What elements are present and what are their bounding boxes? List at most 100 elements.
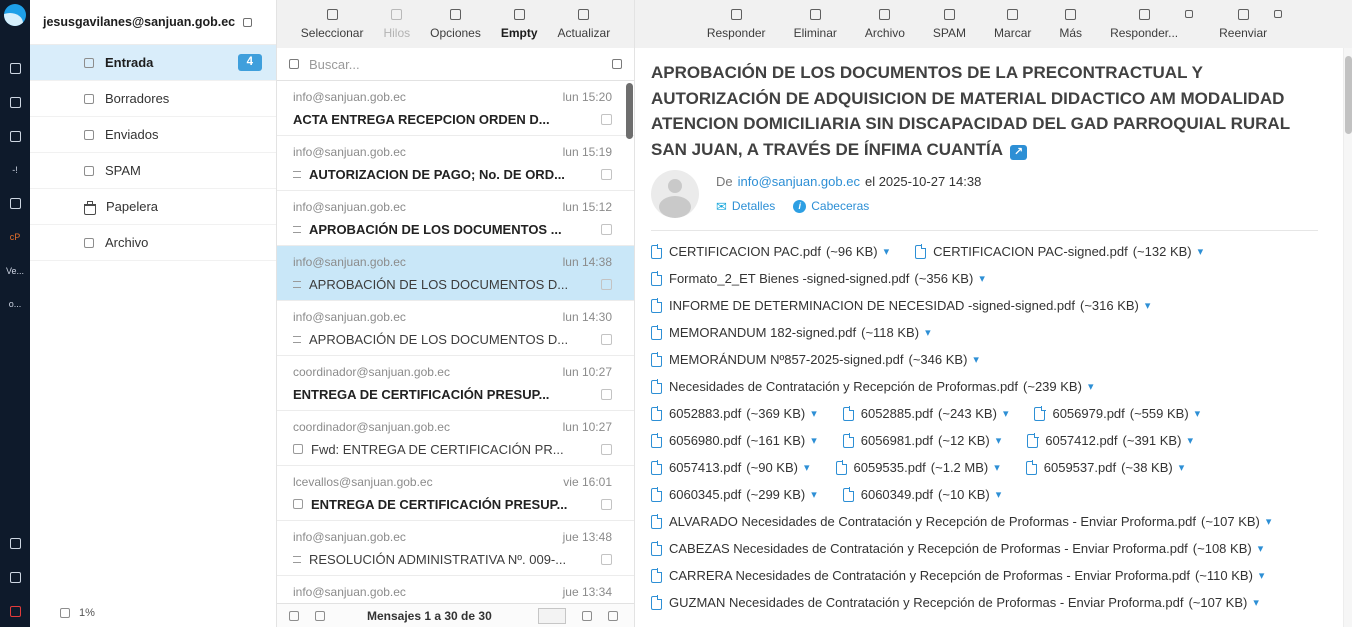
message-row[interactable]: info@sanjuan.gob.eclun 15:12APROBACIÓN D… [277,191,634,246]
attachment-dropdown-caret[interactable]: ▾ [925,326,931,339]
toolbar-button-spam[interactable]: SPAM [931,7,968,42]
list-scrollbar-thumb[interactable] [626,83,633,139]
rail-app-icon[interactable] [10,131,21,142]
rail-text-item[interactable]: cP [10,232,21,242]
folder-item-borradores[interactable]: Borradores [30,81,276,117]
message-checkbox[interactable] [601,169,612,180]
details-link[interactable]: ✉ Detalles [716,199,775,213]
message-checkbox[interactable] [601,114,612,125]
attachment-dropdown-caret[interactable]: ▾ [996,434,1002,447]
attachment-dropdown-caret[interactable]: ▾ [1088,380,1094,393]
toolbar-button-responder[interactable]: Responder [705,7,768,42]
rail-red-icon[interactable] [10,606,21,617]
toolbar-button-reenviar[interactable]: Reenviar [1217,7,1269,42]
toolbar-button-opciones[interactable]: Opciones [428,7,483,42]
toolbar-button-mas[interactable]: Más [1057,7,1084,42]
rail-app-icon[interactable] [10,572,21,583]
app-logo-icon[interactable] [4,4,26,26]
attachment-item[interactable]: CARRERA Necesidades de Contratación y Re… [651,568,1264,583]
message-checkbox[interactable] [601,554,612,565]
headers-link[interactable]: i Cabeceras [793,199,869,213]
attachment-dropdown-caret[interactable]: ▾ [884,245,890,258]
account-switcher[interactable]: jesusgavilanes@sanjuan.gob.ec [30,0,276,45]
toolbar-button-eliminar[interactable]: Eliminar [792,7,839,42]
attachment-item[interactable]: Necesidades de Contratación y Recepción … [651,379,1093,394]
attachment-item[interactable]: GUZMAN Necesidades de Contratación y Rec… [651,595,1259,610]
rail-app-icon[interactable] [10,63,21,74]
attachment-item[interactable]: 6060349.pdf(~10 KB)▾ [843,487,1002,502]
attachment-dropdown-caret[interactable]: ▾ [994,461,1000,474]
message-row[interactable]: coordinador@sanjuan.gob.eclun 10:27ENTRE… [277,356,634,411]
message-row[interactable]: info@sanjuan.gob.eclun 15:19AUTORIZACION… [277,136,634,191]
message-row[interactable]: info@sanjuan.gob.eclun 14:30APROBACIÓN D… [277,301,634,356]
folder-item-spam[interactable]: SPAM [30,153,276,189]
search-input[interactable] [309,57,602,72]
attachment-item[interactable]: ALVARADO Necesidades de Contratación y R… [651,514,1271,529]
list-scrollbar[interactable] [626,81,633,603]
attachment-item[interactable]: Formato_2_ET Bienes -signed-signed.pdf(~… [651,271,985,286]
attachment-item[interactable]: 6057413.pdf(~90 KB)▾ [651,460,810,475]
attachment-item[interactable]: CABEZAS Necesidades de Contratación y Re… [651,541,1263,556]
attachment-dropdown-caret[interactable]: ▾ [811,407,817,420]
toolbar-dropdown-icon[interactable] [1185,10,1193,18]
list-footer-icon[interactable] [608,611,618,621]
rail-app-icon[interactable] [10,198,21,209]
toolbar-button-actualizar[interactable]: Actualizar [556,7,613,42]
message-row[interactable]: info@sanjuan.gob.ecjue 13:34 [277,576,634,603]
rail-text-item[interactable]: Ve... [6,266,24,276]
folder-item-enviados[interactable]: Enviados [30,117,276,153]
attachment-item[interactable]: MEMORANDUM 182-signed.pdf(~118 KB)▾ [651,325,931,340]
attachment-item[interactable]: 6056979.pdf(~559 KB)▾ [1034,406,1200,421]
rail-app-icon[interactable] [10,538,21,549]
rail-app-icon[interactable] [10,97,21,108]
attachment-dropdown-caret[interactable]: ▾ [1266,515,1272,528]
toolbar-button-responder[interactable]: Responder... [1108,7,1180,42]
attachment-dropdown-caret[interactable]: ▾ [811,488,817,501]
attachment-dropdown-caret[interactable]: ▾ [804,461,810,474]
toolbar-dropdown-icon[interactable] [1274,10,1282,18]
folder-item-archivo[interactable]: Archivo [30,225,276,261]
attachment-dropdown-caret[interactable]: ▾ [1187,434,1193,447]
rail-text-item[interactable]: -! [12,165,18,175]
attachment-dropdown-caret[interactable]: ▾ [1003,407,1009,420]
attachment-dropdown-caret[interactable]: ▾ [1198,245,1204,258]
attachment-dropdown-caret[interactable]: ▾ [996,488,1002,501]
attachment-item[interactable]: 6057412.pdf(~391 KB)▾ [1027,433,1193,448]
attachment-item[interactable]: 6056981.pdf(~12 KB)▾ [843,433,1002,448]
message-row[interactable]: lcevallos@sanjuan.gob.ecvie 16:01ENTREGA… [277,466,634,521]
message-checkbox[interactable] [601,279,612,290]
attachment-item[interactable]: MEMORÁNDUM Nº857-2025-signed.pdf(~346 KB… [651,352,979,367]
message-checkbox[interactable] [601,444,612,455]
reader-scrollbar[interactable] [1343,48,1352,627]
message-checkbox[interactable] [601,224,612,235]
list-footer-icon[interactable] [582,611,592,621]
attachment-item[interactable]: 6059535.pdf(~1.2 MB)▾ [836,460,1000,475]
attachment-item[interactable]: 6056980.pdf(~161 KB)▾ [651,433,817,448]
attachment-dropdown-caret[interactable]: ▾ [1258,542,1264,555]
list-footer-icon[interactable] [289,611,299,621]
page-input[interactable] [538,608,566,624]
toolbar-button-archivo[interactable]: Archivo [863,7,907,42]
toolbar-button-seleccionar[interactable]: Seleccionar [299,7,366,42]
attachment-item[interactable]: INFORME DE DETERMINACION DE NECESIDAD -s… [651,298,1150,313]
rail-text-item[interactable]: o... [9,299,22,309]
attachment-dropdown-caret[interactable]: ▾ [1179,461,1185,474]
toolbar-button-hilos[interactable]: Hilos [381,7,412,42]
folder-item-papelera[interactable]: Papelera [30,189,276,225]
message-row[interactable]: info@sanjuan.gob.ecjue 13:48RESOLUCIÓN A… [277,521,634,576]
toolbar-button-empty[interactable]: Empty [499,7,540,42]
attachment-item[interactable]: 6059537.pdf(~38 KB)▾ [1026,460,1185,475]
message-checkbox[interactable] [601,499,612,510]
attachment-item[interactable]: CERTIFICACION PAC-signed.pdf(~132 KB)▾ [915,244,1203,259]
attachment-item[interactable]: CERTIFICACION PAC.pdf(~96 KB)▾ [651,244,889,259]
message-checkbox[interactable] [601,334,612,345]
message-checkbox[interactable] [601,389,612,400]
attachment-dropdown-caret[interactable]: ▾ [1253,596,1259,609]
reader-scrollbar-thumb[interactable] [1345,56,1352,134]
attachment-item[interactable]: 6060345.pdf(~299 KB)▾ [651,487,817,502]
attachment-dropdown-caret[interactable]: ▾ [973,353,979,366]
list-footer-icon[interactable] [315,611,325,621]
attachment-dropdown-caret[interactable]: ▾ [1195,407,1201,420]
attachment-item[interactable]: 6052883.pdf(~369 KB)▾ [651,406,817,421]
attachment-dropdown-caret[interactable]: ▾ [979,272,985,285]
